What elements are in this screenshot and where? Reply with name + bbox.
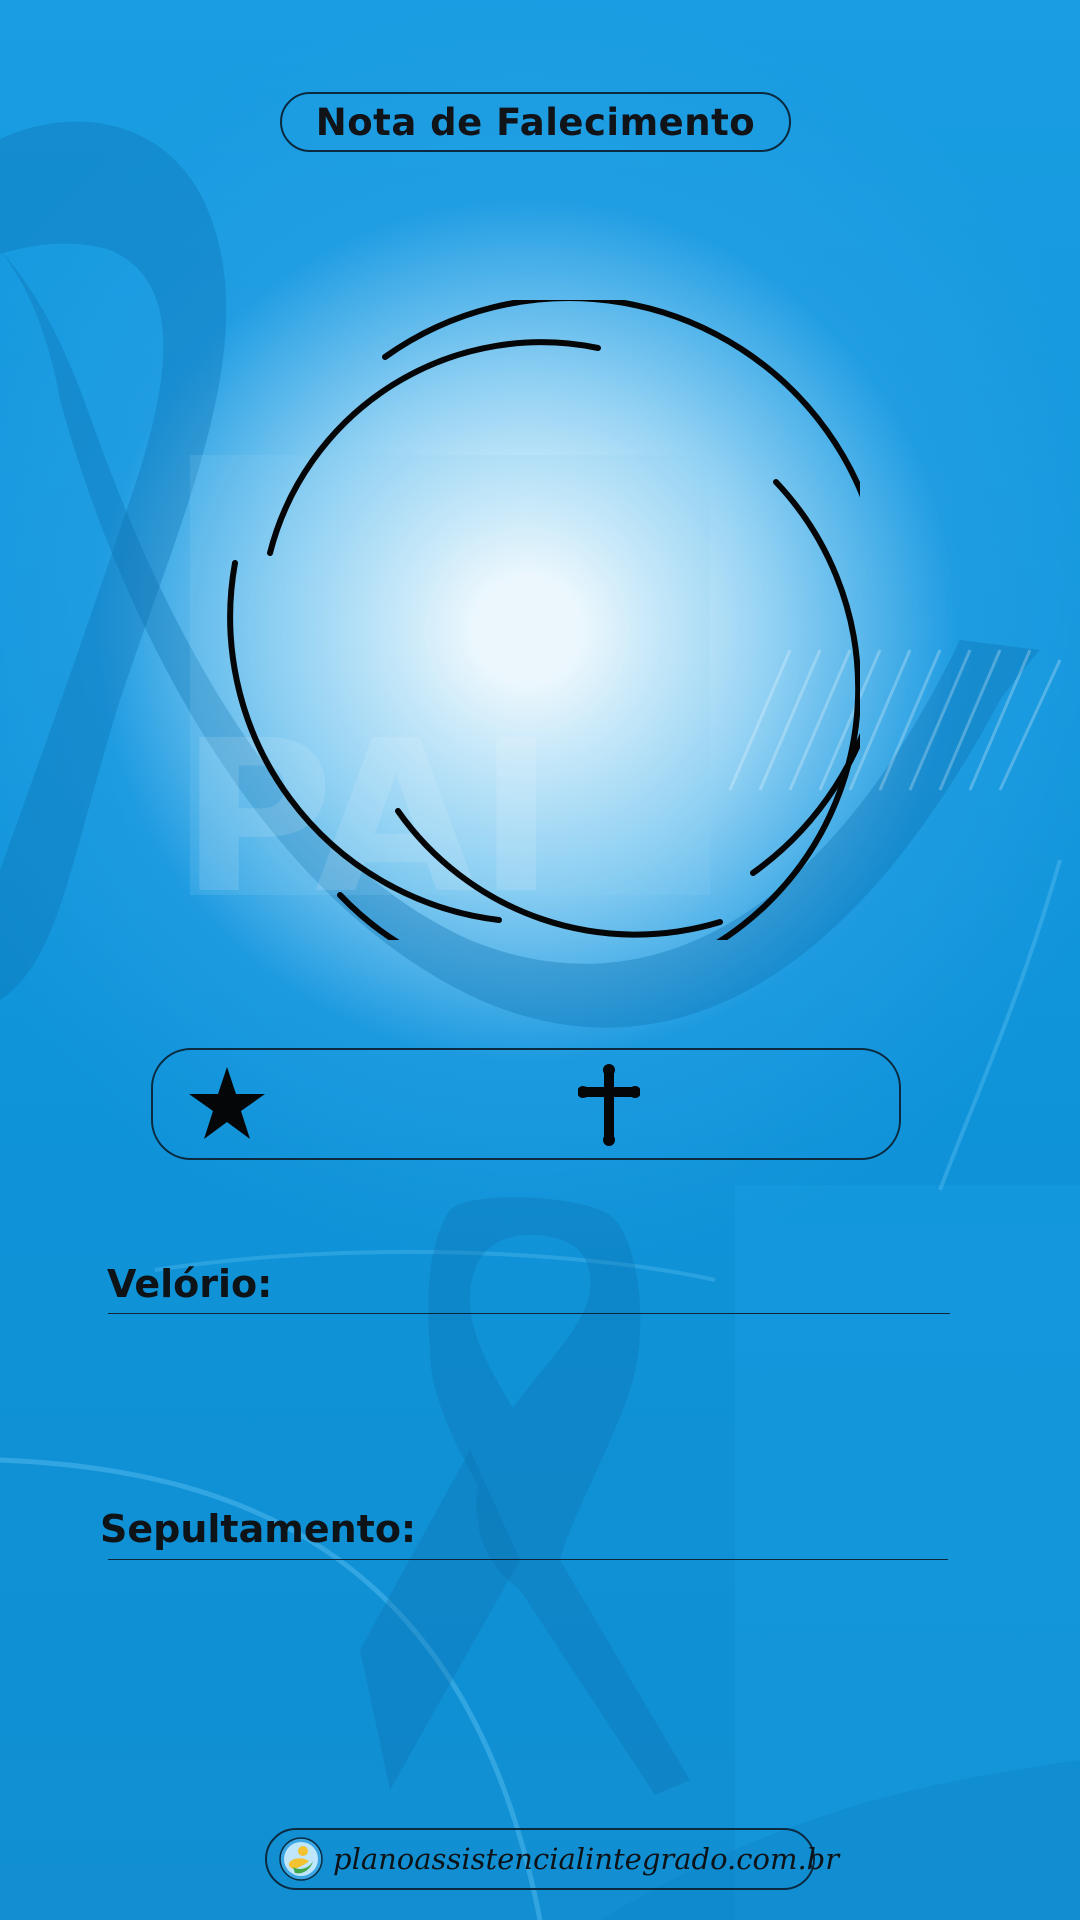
wake-field-line bbox=[108, 1313, 950, 1314]
wake-label: Velório: bbox=[107, 1262, 273, 1306]
title-banner: Nota de Falecimento bbox=[280, 92, 791, 152]
website-link[interactable]: planoassistencialintegrado.com.br bbox=[333, 1842, 839, 1876]
outer-ring-bottom bbox=[395, 808, 723, 938]
burial-label: Sepultamento: bbox=[100, 1507, 417, 1551]
inner-ring-top bbox=[267, 339, 601, 556]
brand-logo-icon bbox=[279, 1837, 323, 1881]
burial-field-line bbox=[108, 1559, 948, 1560]
star-icon bbox=[189, 1067, 265, 1139]
cross-icon bbox=[578, 1064, 640, 1146]
outer-ring-left bbox=[227, 560, 502, 923]
background-decoration: PAI bbox=[0, 121, 1080, 1920]
inner-ring-right bbox=[337, 479, 860, 940]
page-title: Nota de Falecimento bbox=[315, 100, 756, 144]
website-footer[interactable]: planoassistencialintegrado.com.br bbox=[265, 1828, 839, 1890]
photo-placeholder-ring bbox=[227, 300, 860, 940]
outer-ring-top-right bbox=[382, 300, 860, 876]
